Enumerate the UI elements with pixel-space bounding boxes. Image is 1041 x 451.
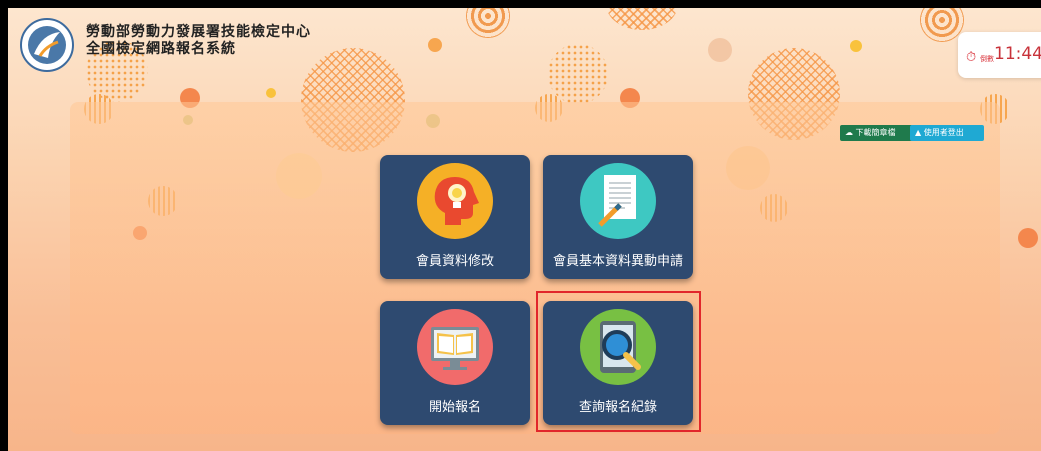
decor-circle: [850, 40, 862, 52]
cloud-download-icon: ☁: [845, 128, 853, 137]
download-brochure-button[interactable]: ☁ 下載簡章檔: [840, 125, 914, 141]
frame-border-left: [0, 0, 8, 451]
logout-label: 使用者登出: [923, 128, 964, 137]
timer-label: 倒數: [980, 55, 994, 63]
tile-start-registration[interactable]: 開始報名: [380, 301, 530, 425]
system-title-line2: 全國檢定網路報名系統: [86, 41, 236, 57]
decor-circle: [548, 44, 608, 104]
main-panel: [70, 102, 1000, 434]
timer-value: 11:44: [994, 44, 1041, 64]
decor-circle: [1018, 228, 1038, 248]
user-icon: ▲: [915, 128, 922, 137]
tile-member-change-request[interactable]: 會員基本資料異動申請: [543, 155, 693, 279]
logout-button[interactable]: ▲ 使用者登出: [910, 125, 984, 141]
page-background: 勞動部勞動力發展署技能檢定中心 全國檢定網路報名系統 ⏱ 倒數 11:44 ☁ …: [8, 8, 1041, 451]
decor-circle: [266, 88, 276, 98]
timer-icon: ⏱: [966, 50, 977, 65]
decor-circle: [606, 8, 678, 30]
highlight-box: [536, 291, 701, 432]
monitor-book-icon: [417, 309, 493, 385]
screen: 勞動部勞動力發展署技能檢定中心 全國檢定網路報名系統 ⏱ 倒數 11:44 ☁ …: [0, 0, 1041, 451]
document-pencil-icon: [580, 163, 656, 239]
head-lightbulb-icon: [417, 163, 493, 239]
decor-circle: [708, 38, 732, 62]
decor-circle: [466, 8, 510, 38]
decor-circle: [428, 38, 442, 52]
tile-member-edit[interactable]: 會員資料修改: [380, 155, 530, 279]
session-timer: ⏱ 倒數 11:44: [958, 32, 1041, 78]
tile-label: 會員資料修改: [415, 254, 494, 269]
agency-logo-icon: [20, 18, 74, 72]
tile-label: 會員基本資料異動申請: [552, 254, 683, 269]
frame-border-top: [0, 0, 1041, 8]
download-brochure-label: 下載簡章檔: [855, 128, 896, 137]
tile-label: 開始報名: [428, 400, 481, 415]
